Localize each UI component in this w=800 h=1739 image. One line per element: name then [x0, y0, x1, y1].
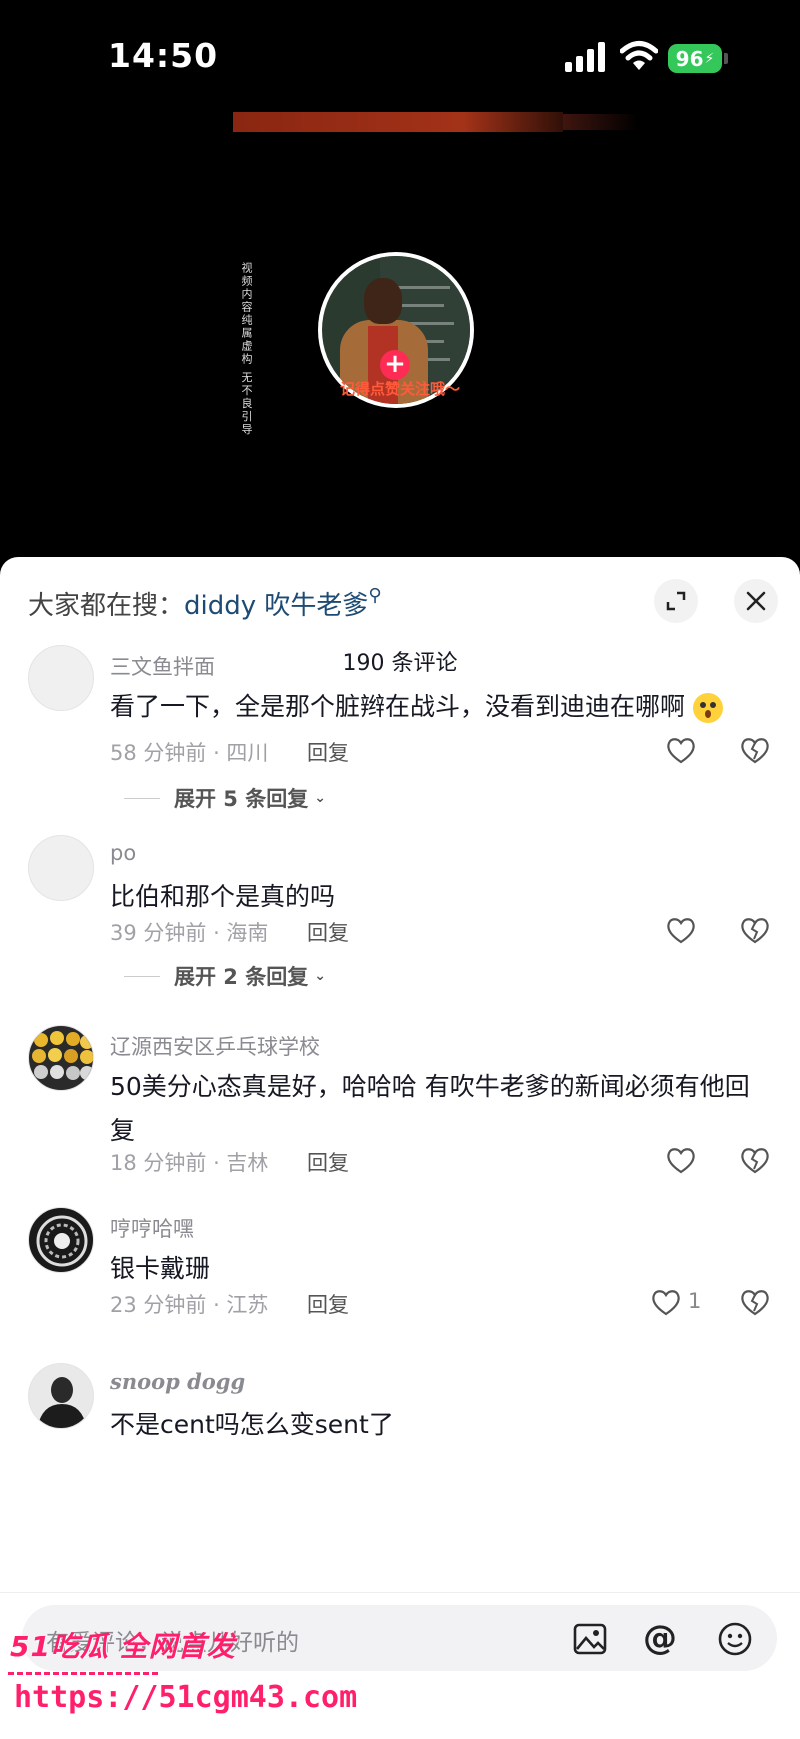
battery-nub: [724, 53, 728, 64]
avatar[interactable]: [28, 645, 94, 711]
comment-username[interactable]: po: [110, 841, 136, 865]
cellular-signal-icon: [565, 42, 605, 72]
heart-icon[interactable]: [665, 1145, 697, 1175]
comment-text-content: 看了一下，全是那个脏辫在战斗，没看到迪迪在哪啊: [110, 692, 686, 721]
expand-sheet-button[interactable]: [654, 579, 698, 623]
like-count: 1: [688, 1289, 702, 1313]
comment-username[interactable]: snoop dogg: [110, 1369, 245, 1394]
status-time: 14:50: [108, 36, 219, 75]
reply-button[interactable]: 回复: [307, 1289, 349, 1319]
watermark-brand: 51吃瓜 全网首发: [10, 1630, 236, 1663]
comment-text: 不是cent吗怎么变sent了: [110, 1410, 394, 1439]
search-suggestion-prefix: 大家都在搜：: [28, 591, 185, 621]
broken-heart-icon[interactable]: [739, 1287, 771, 1317]
avatar[interactable]: [28, 1363, 94, 1429]
watermark-url: https://51cgm43.com: [14, 1680, 358, 1715]
chevron-down-icon: ⌄: [314, 790, 326, 806]
video-player[interactable]: 视频内容纯属虚构 无不良引导 + 记得点赞关注哦～: [0, 110, 800, 560]
comment-time-location: 23 分钟前 · 江苏: [110, 1293, 269, 1317]
close-sheet-button[interactable]: [734, 579, 778, 623]
avatar[interactable]: [28, 835, 94, 901]
search-suggestion[interactable]: 大家都在搜：diddy 吹牛老爹⚲: [28, 585, 382, 622]
heart-icon[interactable]: [650, 1287, 682, 1317]
charging-bolt-icon: ⚡: [704, 50, 715, 67]
video-title-banner: [233, 112, 563, 132]
video-title-banner-fade: [563, 114, 638, 130]
comment-text: 银卡戴珊: [110, 1254, 211, 1283]
comment-sheet: 大家都在搜：diddy 吹牛老爹⚲ 190 条评论 三文鱼拌面 看了一下，全是那…: [0, 557, 800, 1739]
status-bar: 14:50 96 ⚡: [0, 0, 800, 110]
image-icon[interactable]: [572, 1621, 608, 1657]
search-icon: ⚲: [368, 585, 382, 606]
comment-text: 看了一下，全是那个脏辫在战斗，没看到迪迪在哪啊: [110, 685, 770, 729]
comment-text: 比伯和那个是真的吗: [110, 882, 336, 911]
video-disclaimer: 视频内容纯属虚构 无不良引导: [240, 262, 253, 437]
expand-replies-button[interactable]: 展开 2 条回复 ⌄: [124, 961, 326, 991]
reply-button[interactable]: 回复: [307, 737, 349, 767]
avatar[interactable]: [28, 1025, 94, 1091]
reply-button[interactable]: 回复: [307, 1147, 349, 1177]
comment-input-bar: 有爱评论，说点儿好听的 @: [0, 1592, 800, 1739]
follow-button[interactable]: +: [380, 350, 410, 380]
reply-button[interactable]: 回复: [307, 917, 349, 947]
wifi-icon: [620, 41, 658, 70]
broken-heart-icon[interactable]: [739, 915, 771, 945]
emoji-icon[interactable]: [717, 1621, 753, 1657]
watermark-dash: [8, 1672, 158, 1678]
avatar[interactable]: [28, 1207, 94, 1273]
comment-text: 50美分心态真是好，哈哈哈 有吹牛老爹的新闻必须有他回复: [110, 1072, 750, 1145]
heart-icon[interactable]: [665, 735, 697, 765]
search-suggestion-term[interactable]: diddy 吹牛老爹: [184, 591, 368, 621]
battery-indicator: 96 ⚡: [668, 44, 722, 73]
comment-username[interactable]: 辽源西安区乒乓球学校: [110, 1031, 320, 1061]
broken-heart-icon[interactable]: [739, 1145, 771, 1175]
astonished-emoji-icon: [692, 693, 723, 723]
comment-time-location: 18 分钟前 · 吉林: [110, 1151, 269, 1175]
expand-icon: [666, 591, 686, 611]
avatar-figure-head: [364, 278, 402, 324]
mention-icon[interactable]: @: [642, 1621, 678, 1657]
chevron-down-icon: ⌄: [314, 968, 326, 984]
comment-username[interactable]: 哼哼哈嘿: [110, 1213, 194, 1243]
expand-replies-label: 展开 2 条回复: [174, 965, 309, 989]
comment-time-location: 58 分钟前 · 四川: [110, 741, 269, 765]
comment-time-location: 39 分钟前 · 海南: [110, 921, 269, 945]
broken-heart-icon[interactable]: [739, 735, 771, 765]
divider: [124, 797, 160, 799]
divider: [124, 975, 160, 977]
expand-replies-button[interactable]: 展开 5 条回复 ⌄: [124, 783, 326, 813]
battery-level: 96: [675, 46, 704, 71]
close-icon: [746, 591, 766, 611]
expand-replies-label: 展开 5 条回复: [174, 787, 309, 811]
heart-icon[interactable]: [665, 915, 697, 945]
comment-username[interactable]: 三文鱼拌面: [110, 651, 215, 681]
follow-hint: 记得点赞关注哦～: [339, 380, 460, 398]
